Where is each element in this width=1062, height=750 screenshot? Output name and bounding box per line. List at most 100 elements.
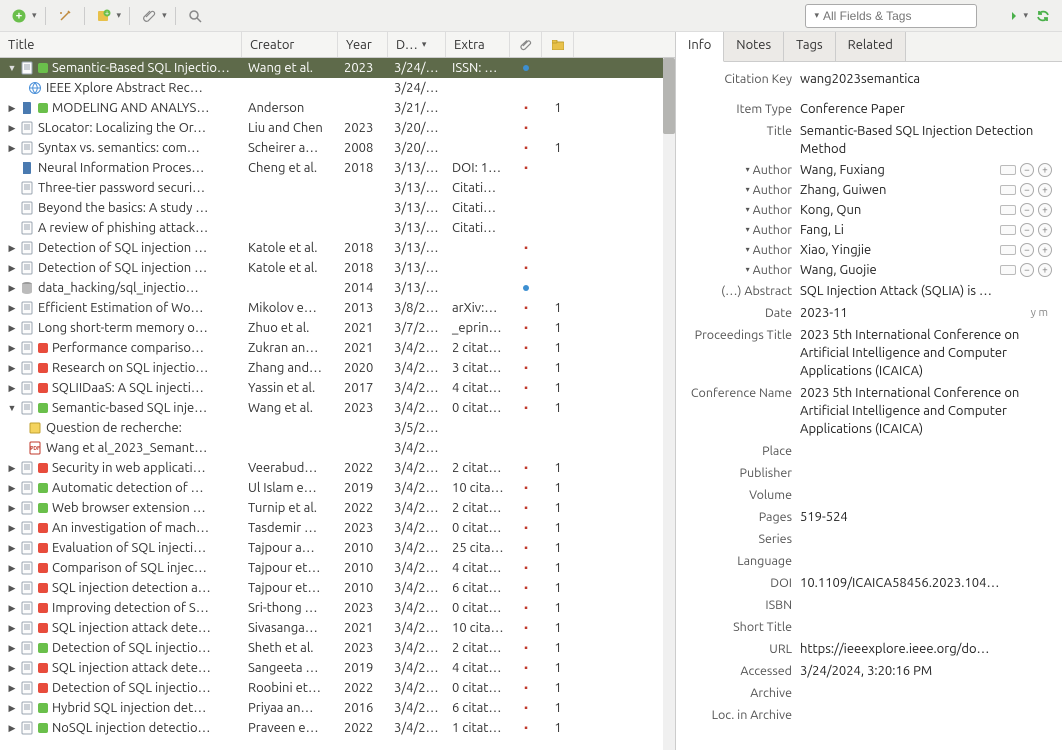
search-field[interactable]: ▾ xyxy=(805,4,977,28)
table-row[interactable]: ▶Comparison of SQL injec…Tajpour et…2010… xyxy=(0,558,675,578)
value-url[interactable]: https://ieeexplore.ieee.org/do… xyxy=(800,640,1052,658)
twisty-icon[interactable]: ▶ xyxy=(6,243,18,254)
chevron-down-icon[interactable]: ▾ xyxy=(1023,10,1028,21)
table-row[interactable]: Three-tier password securi…3/13/…Citati… xyxy=(0,178,675,198)
table-row[interactable]: ▶Evaluation of SQL injecti…Tajpour a…201… xyxy=(0,538,675,558)
tab-notes[interactable]: Notes xyxy=(724,32,784,61)
value-abstract[interactable]: SQL Injection Attack (SQLIA) is … xyxy=(800,282,1052,300)
search-input[interactable] xyxy=(823,9,978,23)
table-row[interactable]: ▶SLocator: Localizing the Or…Liu and Che… xyxy=(0,118,675,138)
author-type-dropdown-icon[interactable]: ▾ xyxy=(746,201,750,219)
author-type-dropdown-icon[interactable]: ▾ xyxy=(746,241,750,259)
col-title[interactable]: Title xyxy=(0,32,242,57)
twisty-icon[interactable]: ▶ xyxy=(6,383,18,394)
twisty-icon[interactable]: ▶ xyxy=(6,263,18,274)
tab-tags[interactable]: Tags xyxy=(784,32,836,61)
value-doi[interactable]: 10.1109/ICAICA58456.2023.104… xyxy=(800,574,1052,592)
twisty-icon[interactable]: ▶ xyxy=(6,343,18,354)
scrollbar-thumb[interactable] xyxy=(663,58,675,134)
attachment-button[interactable] xyxy=(138,5,160,27)
twisty-icon[interactable]: ▶ xyxy=(6,283,18,294)
col-year[interactable]: Year xyxy=(338,32,388,57)
locate-button[interactable] xyxy=(999,5,1021,27)
remove-author-button[interactable]: − xyxy=(1020,263,1034,277)
table-row[interactable]: ▶Web browser extension …Turnip et al.202… xyxy=(0,498,675,518)
twisty-icon[interactable]: ▶ xyxy=(6,583,18,594)
author-mode-toggle[interactable] xyxy=(1000,245,1016,255)
author-mode-toggle[interactable] xyxy=(1000,205,1016,215)
table-row[interactable]: ▶Security in web applicati…Veerabud…2022… xyxy=(0,458,675,478)
table-row[interactable]: ▶Improving detection of S…Sri-thong …202… xyxy=(0,598,675,618)
value-author[interactable]: Xiao, Yingjie xyxy=(800,241,1000,259)
value-date[interactable]: 2023-11y m xyxy=(800,304,1052,322)
add-author-button[interactable]: + xyxy=(1038,203,1052,217)
remove-author-button[interactable]: − xyxy=(1020,243,1034,257)
wand-button[interactable] xyxy=(54,5,76,27)
twisty-icon[interactable]: ▶ xyxy=(6,503,18,514)
label-author[interactable]: ▾Author xyxy=(680,221,800,239)
add-author-button[interactable]: + xyxy=(1038,183,1052,197)
author-type-dropdown-icon[interactable]: ▾ xyxy=(746,261,750,279)
remove-author-button[interactable]: − xyxy=(1020,203,1034,217)
label-author[interactable]: ▾Author xyxy=(680,261,800,279)
table-row[interactable]: ▶Research on SQL injectio…Zhang and…2020… xyxy=(0,358,675,378)
value-author[interactable]: Fang, Li xyxy=(800,221,1000,239)
twisty-icon[interactable]: ▼ xyxy=(6,63,18,73)
label-author[interactable]: ▾Author xyxy=(680,201,800,219)
author-type-dropdown-icon[interactable]: ▾ xyxy=(746,181,750,199)
col-date[interactable]: D…▾ xyxy=(388,32,446,57)
twisty-icon[interactable]: ▶ xyxy=(6,623,18,634)
chevron-down-icon[interactable]: ▾ xyxy=(162,10,167,21)
table-row[interactable]: ▼Semantic-Based SQL Injectio…Wang et al.… xyxy=(0,58,675,78)
twisty-icon[interactable]: ▶ xyxy=(6,323,18,334)
tab-related[interactable]: Related xyxy=(836,32,906,61)
value-author[interactable]: Wang, Fuxiang xyxy=(800,161,1000,179)
add-author-button[interactable]: + xyxy=(1038,223,1052,237)
twisty-icon[interactable]: ▶ xyxy=(6,643,18,654)
twisty-icon[interactable]: ▶ xyxy=(6,543,18,554)
chevron-down-icon[interactable]: ▾ xyxy=(117,10,122,21)
table-row[interactable]: ▼Semantic-based SQL inje…Wang et al.2023… xyxy=(0,398,675,418)
remove-author-button[interactable]: − xyxy=(1020,223,1034,237)
add-author-button[interactable]: + xyxy=(1038,263,1052,277)
table-row[interactable]: ▶Hybrid SQL injection det…Priyaa an…2016… xyxy=(0,698,675,718)
twisty-icon[interactable]: ▶ xyxy=(6,603,18,614)
items-list[interactable]: ▼Semantic-Based SQL Injectio…Wang et al.… xyxy=(0,58,675,750)
col-attachment[interactable] xyxy=(510,32,542,57)
table-row[interactable]: ▶SQL injection attack dete…Sangeeta …201… xyxy=(0,658,675,678)
table-row[interactable]: PDFWang et al_2023_Semant…3/4/2… xyxy=(0,438,675,458)
twisty-icon[interactable]: ▶ xyxy=(6,463,18,474)
table-row[interactable]: ▶SQL injection attack dete…Sivasanga…202… xyxy=(0,618,675,638)
add-author-button[interactable]: + xyxy=(1038,163,1052,177)
scrollbar[interactable] xyxy=(663,58,675,750)
twisty-icon[interactable]: ▶ xyxy=(6,103,18,114)
twisty-icon[interactable]: ▶ xyxy=(6,303,18,314)
table-row[interactable]: ▶An investigation of mach…Tasdemir …2023… xyxy=(0,518,675,538)
value-title[interactable]: Semantic-Based SQL Injection Detection M… xyxy=(800,122,1052,158)
add-author-button[interactable]: + xyxy=(1038,243,1052,257)
table-row[interactable]: ▶Performance compariso…Zukran an…20213/4… xyxy=(0,338,675,358)
twisty-icon[interactable]: ▼ xyxy=(6,403,18,413)
value-author[interactable]: Zhang, Guiwen xyxy=(800,181,1000,199)
table-row[interactable]: Beyond the basics: A study …3/13/…Citati… xyxy=(0,198,675,218)
twisty-icon[interactable]: ▶ xyxy=(6,663,18,674)
value-pages[interactable]: 519-524 xyxy=(800,508,1052,526)
col-extra[interactable]: Extra xyxy=(446,32,510,57)
table-row[interactable]: ▶NoSQL injection detectio…Praveen e…2022… xyxy=(0,718,675,738)
value-accessed[interactable]: 3/24/2024, 3:20:16 PM xyxy=(800,662,1052,680)
twisty-icon[interactable]: ▶ xyxy=(6,683,18,694)
col-creator[interactable]: Creator xyxy=(242,32,338,57)
twisty-icon[interactable]: ▶ xyxy=(6,363,18,374)
author-mode-toggle[interactable] xyxy=(1000,165,1016,175)
table-row[interactable]: ▶Efficient Estimation of Wo…Mikolov e…20… xyxy=(0,298,675,318)
label-author[interactable]: ▾Author xyxy=(680,181,800,199)
search-button[interactable] xyxy=(184,5,206,27)
value-proceedings[interactable]: 2023 5th International Conference on Art… xyxy=(800,326,1052,380)
twisty-icon[interactable]: ▶ xyxy=(6,703,18,714)
table-row[interactable]: ▶Detection of SQL injectio…Sheth et al.2… xyxy=(0,638,675,658)
table-row[interactable]: ▶Detection of SQL injection …Katole et a… xyxy=(0,258,675,278)
remove-author-button[interactable]: − xyxy=(1020,183,1034,197)
table-row[interactable]: ▶SQLIIDaaS: A SQL injecti…Yassin et al.2… xyxy=(0,378,675,398)
chevron-down-icon[interactable]: ▾ xyxy=(814,10,819,21)
table-row[interactable]: ▶MODELING AND ANALYS…Anderson3/21/…▪1 xyxy=(0,98,675,118)
